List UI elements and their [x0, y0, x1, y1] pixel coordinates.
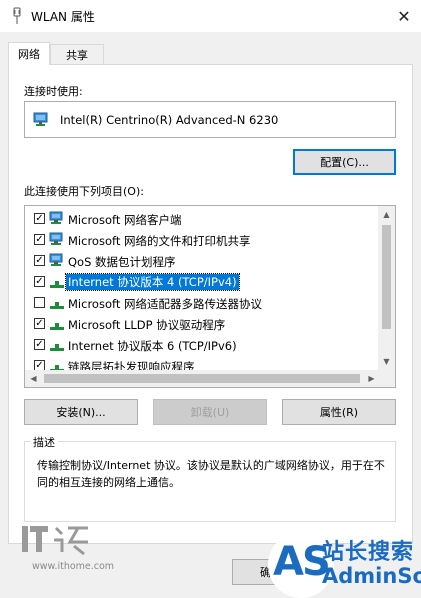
scroll-left-icon[interactable]: ◀ — [25, 370, 42, 387]
description-title: 描述 — [30, 434, 58, 450]
close-button[interactable]: ✕ — [387, 0, 421, 32]
tab-label: 网络 — [18, 48, 40, 61]
configure-button[interactable]: 配置(C)... — [293, 149, 396, 175]
network-client-icon — [49, 211, 63, 224]
properties-button[interactable]: 属性(R) — [282, 399, 396, 425]
network-client-icon — [49, 253, 63, 266]
network-client-icon — [49, 232, 63, 245]
protocol-icon — [50, 323, 64, 330]
list-item-label: Microsoft 网络客户端 — [68, 213, 182, 227]
window-title: WLAN 属性 — [31, 10, 95, 24]
tab-label: 共享 — [66, 48, 88, 62]
uninstall-button[interactable]: 卸载(U) — [153, 399, 267, 425]
configure-button-label: 配置(C)... — [320, 156, 369, 169]
scroll-right-icon[interactable]: ▶ — [363, 370, 380, 387]
connect-using-label: 连接时使用: — [24, 85, 83, 98]
logo-name-cn: 站长搜索 — [322, 540, 415, 565]
horizontal-scrollbar[interactable]: ◀ ▶ — [25, 370, 395, 387]
properties-button-label: 属性(R) — [319, 406, 359, 419]
protocol-icon — [50, 344, 64, 351]
install-button-label: 安装(N)... — [56, 406, 106, 419]
checkbox[interactable]: ✓ — [34, 255, 45, 266]
uninstall-button-label: 卸载(U) — [190, 406, 230, 419]
scroll-down-icon[interactable]: ▼ — [378, 353, 395, 370]
list-item[interactable]: ✓ Microsoft LLDP 协议驱动程序 — [25, 313, 379, 335]
checkbox[interactable]: ✓ — [34, 213, 45, 224]
protocol-icon — [50, 302, 64, 309]
wlan-icon — [13, 7, 21, 24]
list-item[interactable]: ✓ QoS 数据包计划程序 — [25, 250, 379, 272]
list-item[interactable]: Microsoft 网络适配器多路传送器协议 — [25, 292, 379, 314]
close-icon: ✕ — [397, 6, 411, 26]
description-text: 传输控制协议/Internet 协议。该协议是默认的广域网络协议，用于在不同的相… — [37, 459, 385, 489]
adminso-logo: AS 站长搜索 AdminSo — [268, 532, 421, 598]
scroll-thumb[interactable] — [382, 225, 391, 329]
list-item-label: Microsoft 网络的文件和打印机共享 — [68, 234, 251, 248]
scroll-up-icon[interactable]: ▲ — [378, 206, 395, 223]
ithome-logo — [22, 526, 88, 556]
title-bar: WLAN 属性 ✕ — [0, 0, 421, 32]
network-adapter-icon — [33, 112, 48, 126]
list-item-label: QoS 数据包计划程序 — [68, 255, 176, 269]
list-item-label: Internet 协议版本 6 (TCP/IPv6) — [68, 339, 237, 353]
tab-sharing[interactable]: 共享 — [50, 44, 104, 64]
vertical-scrollbar[interactable]: ▲ ▼ — [378, 206, 395, 370]
checkbox[interactable]: ✓ — [34, 339, 45, 350]
scroll-thumb[interactable] — [44, 374, 360, 383]
list-item-selected[interactable]: ✓ Internet 协议版本 4 (TCP/IPv4) — [25, 271, 379, 293]
checkbox[interactable] — [34, 297, 45, 308]
install-button[interactable]: 安装(N)... — [24, 399, 138, 425]
list-item[interactable]: ✓ Microsoft 网络的文件和打印机共享 — [25, 229, 379, 251]
tab-network[interactable]: 网络 — [8, 42, 50, 65]
checkbox[interactable]: ✓ — [34, 234, 45, 245]
adapter-field: Intel(R) Centrino(R) Advanced-N 6230 — [24, 101, 396, 138]
list-item[interactable]: ✓ Microsoft 网络客户端 — [25, 208, 379, 230]
components-list[interactable]: ✓ Microsoft 网络客户端 ✓ Microsoft 网络的文件和打印机共… — [24, 205, 396, 388]
checkbox[interactable]: ✓ — [34, 276, 45, 287]
list-item-label: Internet 协议版本 4 (TCP/IPv4) — [65, 273, 240, 291]
checkbox[interactable]: ✓ — [34, 318, 45, 329]
scroll-corner — [380, 370, 395, 387]
logo-name-en: AdminSo — [322, 564, 421, 588]
list-item[interactable]: ✓ Internet 协议版本 6 (TCP/IPv6) — [25, 334, 379, 356]
protocol-icon — [50, 281, 64, 288]
adapter-name: Intel(R) Centrino(R) Advanced-N 6230 — [60, 113, 279, 127]
ithome-url: www.ithome.com — [32, 561, 115, 572]
items-label: 此连接使用下列项目(O): — [24, 185, 144, 198]
list-item-label: Microsoft LLDP 协议驱动程序 — [68, 318, 226, 332]
list-item-label: Microsoft 网络适配器多路传送器协议 — [68, 297, 262, 311]
logo-letters: AS — [273, 539, 331, 585]
